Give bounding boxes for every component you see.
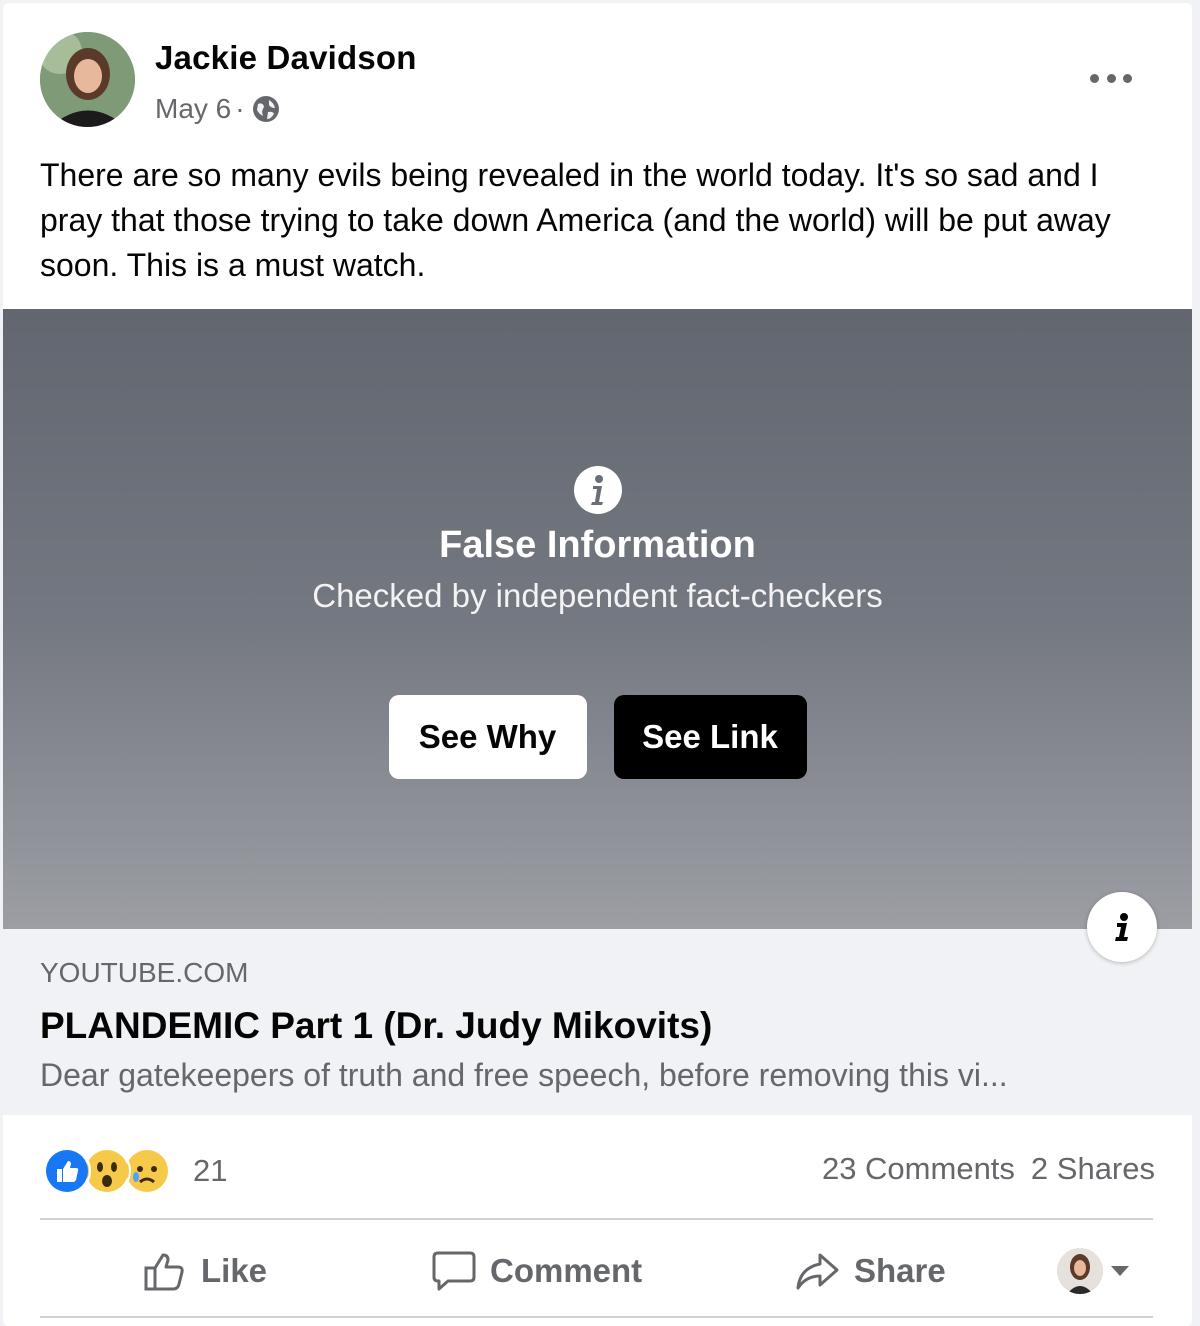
like-label: Like xyxy=(201,1251,268,1289)
fact-check-subtitle: Checked by independent fact-checkers xyxy=(312,577,883,614)
fact-check-content: False Information Checked by independent… xyxy=(3,464,1192,615)
fact-check-overlay: False Information Checked by independent… xyxy=(3,309,1192,929)
share-label: Share xyxy=(854,1251,946,1289)
shares-count[interactable]: 2 Shares xyxy=(1031,1151,1155,1186)
reactions-summary[interactable]: 21 xyxy=(43,1147,227,1195)
meta-separator: · xyxy=(235,93,245,124)
share-icon xyxy=(796,1253,839,1289)
fact-check-buttons: See Why See Link xyxy=(3,695,1192,779)
context-info-button[interactable] xyxy=(1087,892,1157,962)
reaction-count: 21 xyxy=(193,1153,228,1188)
thumbs-up-icon xyxy=(144,1253,184,1290)
post-card: Jackie Davidson May 6 · There are so man… xyxy=(3,3,1192,1326)
post-meta: May 6 · xyxy=(155,93,281,125)
comments-count[interactable]: 23 Comments xyxy=(822,1151,1015,1186)
see-why-button[interactable]: See Why xyxy=(388,695,587,779)
react-as-selector[interactable] xyxy=(1057,1228,1129,1313)
link-preview[interactable]: YOUTUBE.COM PLANDEMIC Part 1 (Dr. Judy M… xyxy=(3,929,1192,1115)
share-button[interactable]: Share xyxy=(794,1228,946,1313)
author-avatar[interactable] xyxy=(40,32,135,127)
engagement-counts: 23 Comments 2 Shares xyxy=(822,1151,1155,1187)
author-name[interactable]: Jackie Davidson xyxy=(155,39,417,77)
link-title: PLANDEMIC Part 1 (Dr. Judy Mikovits) xyxy=(40,1005,713,1046)
info-icon xyxy=(573,466,622,514)
comment-label: Comment xyxy=(490,1251,643,1289)
comment-button[interactable]: Comment xyxy=(432,1228,642,1313)
post-header: Jackie Davidson May 6 · xyxy=(3,3,1192,143)
chevron-down-icon xyxy=(1111,1265,1129,1276)
post-actions: Like Comment Share xyxy=(40,1228,1153,1313)
comment-icon xyxy=(432,1251,476,1290)
globe-icon xyxy=(252,96,279,122)
post-date[interactable]: May 6 xyxy=(155,93,231,125)
bottom-divider xyxy=(40,1316,1153,1318)
like-reaction-icon xyxy=(43,1147,91,1195)
link-domain: YOUTUBE.COM xyxy=(40,957,249,988)
info-icon xyxy=(1115,913,1128,941)
post-text: There are so many evils being revealed i… xyxy=(40,157,1111,283)
more-options-icon[interactable] xyxy=(1090,63,1132,93)
like-button[interactable]: Like xyxy=(143,1228,267,1313)
fact-check-title: False Information xyxy=(439,524,756,566)
stats-divider xyxy=(40,1218,1153,1220)
see-link-button[interactable]: See Link xyxy=(613,695,807,779)
user-avatar xyxy=(1057,1247,1103,1294)
post-stats: 21 23 Comments 2 Shares xyxy=(3,1133,1192,1203)
link-description: Dear gatekeepers of truth and free speec… xyxy=(40,1057,1008,1093)
